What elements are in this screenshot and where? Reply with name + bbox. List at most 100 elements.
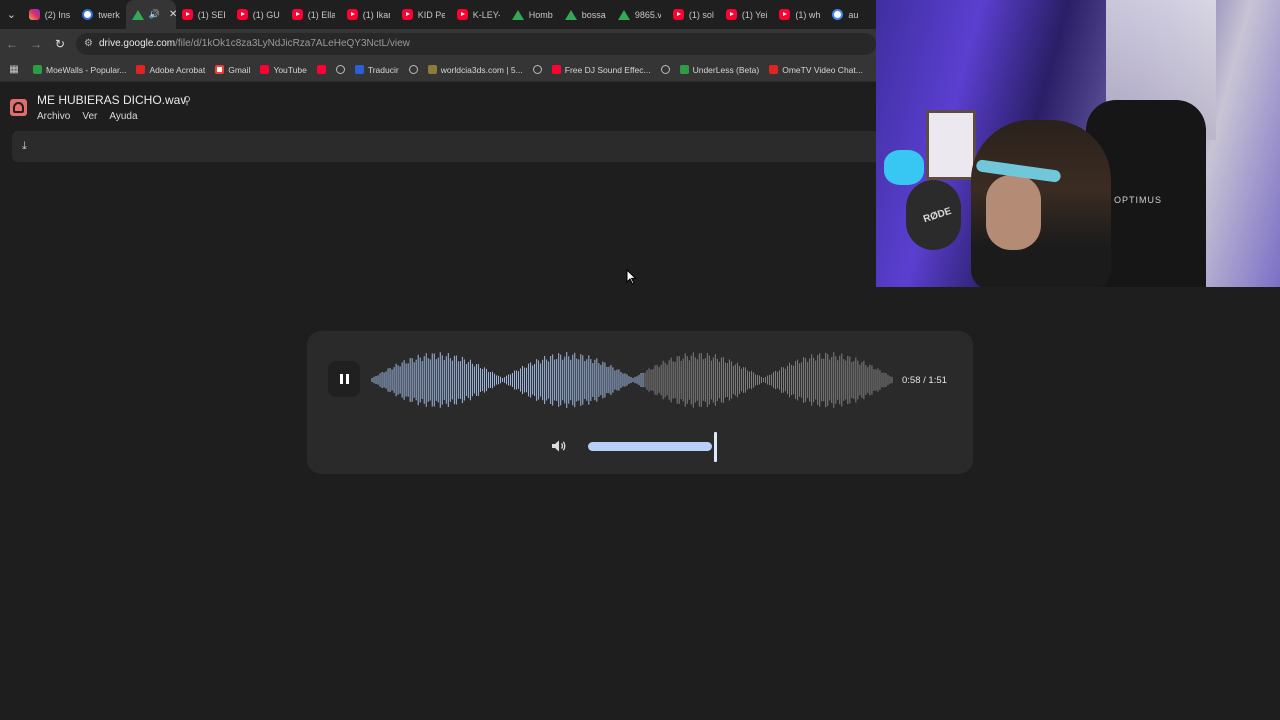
browser-tab[interactable]: (1) GU	[231, 0, 286, 29]
browser-tab[interactable]: (1) wh	[773, 0, 826, 29]
bookmark-globe-icon	[660, 65, 670, 74]
browser-tab[interactable]: (2) Ins	[23, 0, 77, 29]
browser-tab[interactable]: au	[826, 0, 876, 29]
menu-archivo[interactable]: Archivo	[37, 111, 70, 122]
bookmark-label: worldcia3ds.com | 5...	[440, 64, 523, 75]
tab-label: (1) Ikar	[362, 9, 390, 20]
browser-tab[interactable]: K-LEY-	[451, 0, 506, 29]
cam-chair-logo: OPTIMUS	[1114, 195, 1163, 205]
mouse-cursor-icon	[626, 269, 637, 285]
bookmark-red-icon	[136, 65, 146, 74]
bookmark-label: Traducir	[367, 64, 399, 75]
drive-icon	[511, 9, 524, 20]
browser-tab[interactable]: (1) Ikar	[341, 0, 396, 29]
volume-slider-track[interactable]	[588, 442, 712, 451]
url-path: /file/d/1kOk1c8za3LyNdJicRza7ALeHeQY3Nct…	[175, 38, 410, 49]
url-host: drive.google.com	[98, 38, 176, 49]
shared-drive-icon[interactable]: ⚲	[183, 94, 191, 107]
clock-icon	[82, 9, 94, 20]
bookmark-globe-icon	[408, 65, 418, 74]
tab-label: 9865.v	[634, 9, 661, 20]
tab-label: twerk	[98, 9, 120, 20]
bookmark-blue-icon	[354, 65, 364, 74]
youtube-icon	[236, 9, 248, 20]
tab-label: KID Pe	[417, 9, 445, 20]
bookmark-item[interactable]	[331, 65, 350, 74]
browser-tab[interactable]: 🔊 ✕	[125, 0, 177, 29]
volume-slider-handle[interactable]	[714, 432, 717, 462]
bookmark-item[interactable]: Adobe Acrobat	[131, 65, 210, 75]
bookmark-item[interactable]: Free DJ Sound Effec...	[547, 65, 656, 75]
pause-icon-bar-right	[345, 374, 349, 384]
instagram-icon	[28, 9, 40, 20]
browser-tab[interactable]: (1) Ella	[286, 0, 341, 29]
forward-arrow-icon[interactable]: →	[24, 29, 48, 58]
bookmark-label: OmeTV Video Chat...	[782, 64, 863, 75]
bookmark-item[interactable]: Traducir	[350, 65, 404, 75]
tab-audio-icon[interactable]: 🔊	[149, 9, 160, 20]
back-arrow-icon[interactable]: ←	[0, 29, 24, 58]
bookmark-item[interactable]	[656, 65, 675, 74]
bookmark-yt-icon	[260, 65, 270, 74]
browser-tab[interactable]: twerk	[76, 0, 126, 29]
bookmark-green-icon	[679, 65, 689, 74]
screen: ⌄ (2) Ins twerk 🔊✕ (1) SEF (1) GU (1) Ella (1)…	[0, 0, 1280, 720]
browser-tab[interactable]: (1) sol	[667, 0, 720, 29]
tab-label: (1) sol	[688, 9, 714, 20]
drive-icon	[131, 9, 144, 20]
bookmark-globe-icon	[532, 65, 542, 74]
drive-icon	[617, 9, 630, 20]
volume-icon[interactable]	[551, 439, 567, 453]
volume-slider-fill	[588, 442, 712, 451]
pause-button[interactable]	[328, 361, 360, 397]
webcam-overlay: OPTIMUS RØDE	[876, 0, 1280, 287]
bookmark-label: YouTube	[273, 64, 307, 75]
audio-file-icon	[10, 99, 27, 116]
tab-label: (1) SEF	[197, 9, 225, 20]
tab-label: K-LEY-	[472, 9, 500, 20]
bookmark-item[interactable]: Gmail	[210, 65, 255, 75]
youtube-icon	[401, 9, 413, 20]
audio-player: 0:58 / 1:51	[307, 331, 973, 474]
reload-icon[interactable]: ↻	[48, 29, 72, 58]
tab-strip: ⌄ (2) Ins twerk 🔊✕ (1) SEF (1) GU (1) Ella (1)…	[0, 0, 876, 29]
youtube-icon	[672, 9, 684, 20]
tab-label: (1) Ella	[307, 9, 335, 20]
browser-tab[interactable]: (1) Yei	[720, 0, 774, 29]
drive-menu: Archivo Ver Ayuda	[37, 111, 138, 122]
waveform-seekbar[interactable]	[371, 351, 893, 409]
download-icon[interactable]: ⤓	[22, 140, 27, 153]
bookmark-item[interactable]	[404, 65, 423, 74]
tab-label: (1) GU	[252, 9, 280, 20]
youtube-icon	[181, 9, 193, 20]
tab-label: Homb	[528, 9, 553, 20]
site-info-icon[interactable]: ⚙	[84, 38, 93, 49]
bookmark-item[interactable]: worldcia3ds.com | 5...	[423, 65, 528, 75]
browser-tab[interactable]: KID Pe	[396, 0, 451, 29]
drive-icon	[564, 9, 577, 20]
menu-ayuda[interactable]: Ayuda	[109, 111, 137, 122]
menu-ver[interactable]: Ver	[82, 111, 97, 122]
bookmark-green-icon	[33, 65, 42, 74]
youtube-icon	[725, 9, 737, 20]
bookmark-globe-icon	[335, 65, 345, 74]
bookmark-item[interactable]	[312, 65, 331, 74]
browser-tab[interactable]: 9865.v	[612, 0, 667, 29]
bookmark-item[interactable]	[528, 65, 547, 74]
tab-label: (1) wh	[795, 9, 821, 20]
bookmark-item[interactable]: MoeWalls - Popular...	[28, 65, 131, 75]
youtube-icon	[456, 9, 468, 20]
browser-tab[interactable]: (1) SEF	[176, 0, 231, 29]
bookmark-item[interactable]: OmeTV Video Chat...	[764, 65, 868, 75]
omnibox[interactable]: ⚙ drive.google.com/file/d/1kOk1c8za3LyNd…	[76, 32, 876, 55]
tab-search-chevron-icon[interactable]: ⌄	[0, 0, 23, 29]
browser-tab[interactable]: bossa	[559, 0, 612, 29]
apps-grid-icon[interactable]: ▦	[0, 64, 28, 75]
browser-tab[interactable]: Homb	[506, 0, 559, 29]
youtube-icon	[291, 9, 303, 20]
bookmark-item[interactable]: YouTube	[255, 65, 311, 75]
bookmark-gmail-icon	[215, 65, 225, 74]
bookmark-item[interactable]: UnderLess (Beta)	[675, 65, 765, 75]
bookmark-yt-icon	[316, 65, 326, 74]
cam-face	[986, 175, 1041, 250]
